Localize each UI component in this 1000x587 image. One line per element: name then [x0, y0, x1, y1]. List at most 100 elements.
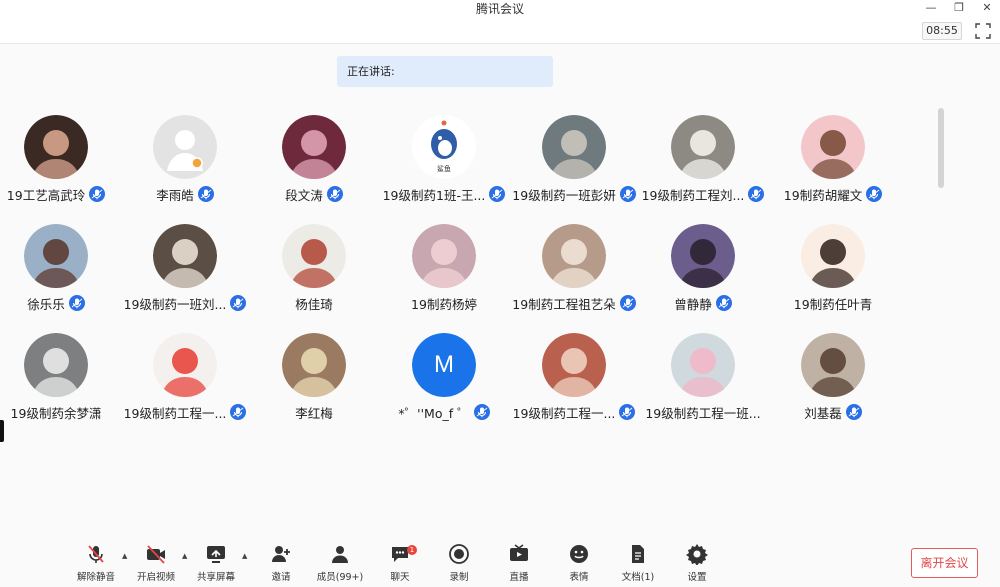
unmute-button[interactable]: 解除静音 — [69, 543, 123, 585]
mic-muted-icon — [866, 186, 883, 202]
participant-name-row: 19工艺高武玲 — [0, 185, 122, 203]
participant-tile[interactable]: 19级制药工程一... — [119, 333, 249, 433]
avatar: M — [412, 333, 476, 397]
leave-meeting-button[interactable]: 离开会议 — [911, 548, 978, 578]
participant-name: 19级制药余梦潇 — [10, 405, 102, 421]
participant-name-row: 徐乐乐 — [0, 294, 122, 312]
participant-name: 徐乐乐 — [27, 296, 65, 312]
avatar: 鲨鱼 — [412, 115, 476, 179]
emoji-label: 表情 — [569, 572, 589, 583]
participant-tile[interactable]: 19级制药工程一班... — [637, 333, 767, 433]
avatar — [282, 115, 346, 179]
participant-tile[interactable]: 19工艺高武玲 — [0, 115, 120, 215]
participant-name-row: 李雨皓 — [119, 185, 251, 203]
participant-tile[interactable]: 段文涛 — [248, 115, 378, 215]
participant-name: 19级制药工程一... — [123, 405, 227, 421]
avatar — [24, 224, 88, 288]
unmute-label: 解除静音 — [76, 572, 115, 583]
participant-name-row: 19级制药一班彭妍 — [508, 185, 640, 203]
participant-name: 19级制药工程一... — [512, 405, 616, 421]
minimize-icon[interactable]: — — [924, 1, 938, 15]
avatar — [153, 115, 217, 179]
live-stream-icon — [510, 544, 528, 561]
mic-muted-icon — [230, 404, 247, 420]
participant-tile[interactable]: 鲨鱼 19级制药1班-王... — [378, 115, 508, 215]
mic-muted-icon — [748, 186, 765, 202]
share-screen-button[interactable]: 共享屏幕 — [189, 543, 243, 585]
participant-tile[interactable]: 19制药杨婷 — [378, 224, 508, 324]
meeting-clock: 08:55 — [922, 22, 962, 40]
camera-off-icon — [147, 545, 165, 564]
participant-tile[interactable]: 杨佳琦 — [248, 224, 378, 324]
record-label: 录制 — [449, 572, 469, 583]
add-person-icon — [272, 546, 290, 562]
participant-name: 19级制药工程刘... — [641, 187, 745, 203]
share-options-caret-icon[interactable]: ▲ — [242, 552, 250, 560]
participant-name-row: 段文涛 — [248, 185, 380, 203]
mic-muted-icon — [326, 186, 343, 202]
participant-name: 19级制药一班彭妍 — [512, 187, 616, 203]
emoji-button[interactable]: 表情 — [552, 543, 606, 585]
participant-tile[interactable]: 刘基磊 — [767, 333, 897, 433]
participant-name-row: 19制药工程祖艺朵 — [508, 294, 640, 312]
participant-tile[interactable]: 19制药工程祖艺朵 — [508, 224, 638, 324]
mic-muted-icon — [89, 186, 106, 202]
participant-scrollbar[interactable] — [938, 108, 944, 188]
avatar-caption: 鲨鱼 — [437, 164, 451, 173]
speaking-indicator: 正在讲话: — [337, 56, 553, 87]
letter-avatar: M — [412, 333, 476, 397]
participant-name: 19级制药工程一班... — [645, 405, 761, 421]
invite-button[interactable]: 邀请 — [254, 543, 308, 585]
live-label: 直播 — [509, 572, 529, 583]
participant-name: 段文涛 — [285, 187, 323, 203]
members-label: 成员(99+) — [316, 572, 364, 583]
documents-button[interactable]: 文档(1) — [611, 543, 665, 585]
participant-name: 19制药胡耀文 — [783, 187, 863, 203]
mic-muted-icon — [88, 545, 104, 563]
participant-name-row: 19制药胡耀文 — [767, 185, 899, 203]
mic-muted-icon — [68, 295, 85, 311]
participant-tile[interactable]: 李红梅 — [248, 333, 378, 433]
close-icon[interactable]: ✕ — [980, 1, 994, 15]
record-button[interactable]: 录制 — [432, 543, 486, 585]
participant-name: 曾静静 — [674, 296, 712, 312]
participant-name: 19级制药一班刘... — [123, 296, 227, 312]
participant-name-row: 19级制药1班-王... — [378, 185, 510, 203]
participant-name: 李红梅 — [295, 405, 333, 421]
participant-tile[interactable]: M *゜''Mo_f ゜ — [378, 333, 508, 433]
mic-muted-icon — [715, 295, 732, 311]
participant-tile[interactable]: 19级制药一班彭妍 — [508, 115, 638, 215]
avatar — [801, 115, 865, 179]
participant-tile[interactable]: 19制药任叶青 — [767, 224, 897, 324]
members-button[interactable]: 成员(99+) — [313, 543, 367, 585]
participant-name: *゜''Mo_f ゜ — [398, 405, 470, 421]
window-controls: — ❐ ✕ — [924, 0, 994, 16]
participant-tile[interactable]: 19级制药余梦潇 — [0, 333, 120, 433]
members-icon — [332, 546, 348, 563]
restore-icon[interactable]: ❐ — [952, 1, 966, 15]
gear-icon — [686, 544, 708, 565]
start-video-button[interactable]: 开启视频 — [129, 543, 183, 585]
participant-name: 19制药任叶青 — [793, 296, 873, 312]
participant-name-row: 刘基磊 — [767, 403, 899, 421]
avatar — [801, 333, 865, 397]
fullscreen-icon[interactable] — [974, 22, 992, 40]
participant-name-row: 19级制药余梦潇 — [0, 403, 122, 421]
participant-name: 杨佳琦 — [295, 296, 333, 312]
participant-tile[interactable]: 19级制药一班刘... — [119, 224, 249, 324]
mic-muted-icon — [619, 404, 636, 420]
settings-button[interactable]: 设置 — [670, 543, 724, 585]
participant-tile[interactable]: 曾静静 — [637, 224, 767, 324]
participant-tile[interactable]: 李雨皓 — [119, 115, 249, 215]
participant-name-row: 19制药任叶青 — [767, 294, 899, 312]
participant-tile[interactable]: 19制药胡耀文 — [767, 115, 897, 215]
participant-tile[interactable]: 19级制药工程刘... — [637, 115, 767, 215]
participant-name: 19制药工程祖艺朵 — [512, 296, 616, 312]
mic-muted-icon — [619, 295, 636, 311]
participant-tile[interactable]: 19级制药工程一... — [508, 333, 638, 433]
participant-tile[interactable]: 徐乐乐 — [0, 224, 120, 324]
chat-button[interactable]: 聊天 — [373, 543, 427, 585]
live-button[interactable]: 直播 — [492, 543, 546, 585]
participant-name: 刘基磊 — [804, 405, 842, 421]
participant-name-row: 19级制药工程一... — [508, 403, 640, 421]
